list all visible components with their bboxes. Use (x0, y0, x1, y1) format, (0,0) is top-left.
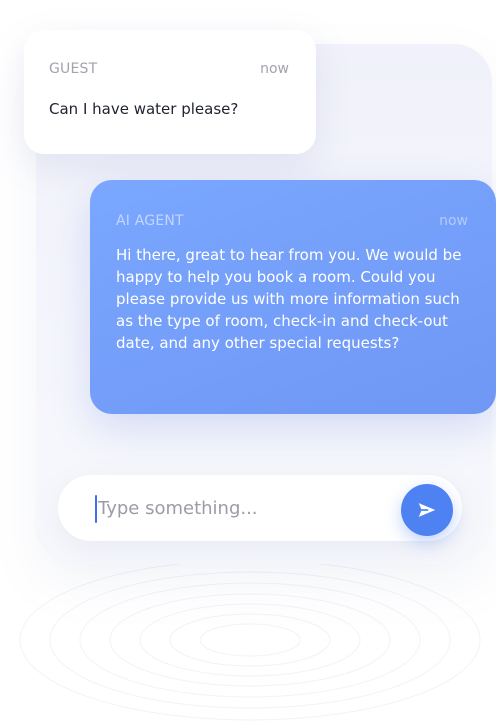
send-icon (418, 503, 436, 517)
agent-message-text: Hi there, great to hear from you. We wou… (116, 246, 462, 352)
message-composer (58, 475, 462, 541)
text-caret (95, 495, 97, 523)
guest-message-timestamp: now (260, 61, 289, 77)
guest-sender-label: GUEST (49, 61, 98, 77)
agent-sender-label: AI AGENT (116, 213, 184, 229)
guest-message-bubble: GUEST now Can I have water please? (24, 30, 316, 154)
send-button[interactable] (401, 484, 453, 536)
guest-message-text: Can I have water please? (49, 100, 239, 118)
agent-message-timestamp: now (439, 213, 468, 229)
message-input[interactable] (98, 492, 388, 524)
agent-message-bubble: AI AGENT now Hi there, great to hear fro… (90, 180, 496, 414)
